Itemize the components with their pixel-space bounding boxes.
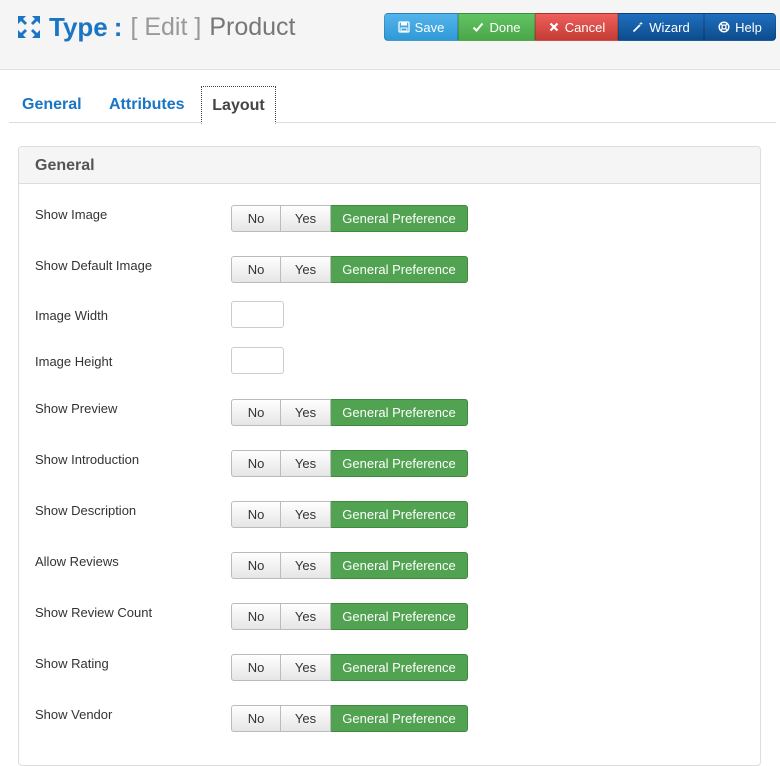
option-general-preference[interactable]: General Preference (331, 705, 468, 732)
cancel-button[interactable]: Cancel (535, 13, 618, 41)
option-no[interactable]: No (231, 552, 281, 579)
wizard-label: Wizard (649, 19, 690, 35)
show-introduction-toggle: No Yes General Preference (231, 450, 468, 477)
option-yes[interactable]: Yes (281, 450, 331, 477)
option-yes[interactable]: Yes (281, 205, 331, 232)
field-label: Show Default Image (35, 258, 153, 273)
title-type: Type (49, 12, 108, 42)
cancel-label: Cancel (564, 19, 606, 35)
field-label: Show Introduction (35, 452, 140, 467)
image-width-input[interactable] (231, 301, 284, 328)
page-header: Type : [ Edit ] Product Save Done Cancel (0, 0, 780, 70)
field-label: Show Rating (35, 656, 109, 671)
option-yes[interactable]: Yes (281, 603, 331, 630)
option-yes[interactable]: Yes (281, 399, 331, 426)
help-label: Help (735, 19, 762, 35)
option-no[interactable]: No (231, 399, 281, 426)
option-no[interactable]: No (231, 450, 281, 477)
option-yes[interactable]: Yes (281, 256, 331, 283)
option-yes[interactable]: Yes (281, 654, 331, 681)
field-label: Image Width (35, 308, 108, 323)
toolbar: Save Done Cancel Wizard Help (384, 13, 776, 41)
tab-attributes[interactable]: Attributes (109, 86, 185, 123)
lifebuoy-icon (718, 21, 730, 33)
option-yes[interactable]: Yes (281, 705, 331, 732)
general-panel: General Show Image No Yes General Prefer… (18, 146, 761, 766)
title-colon: : (113, 12, 123, 42)
tab-general[interactable]: General (22, 86, 82, 123)
option-general-preference[interactable]: General Preference (331, 450, 468, 477)
field-label: Show Description (35, 503, 137, 518)
field-label: Show Vendor (35, 707, 113, 722)
option-general-preference[interactable]: General Preference (331, 256, 468, 283)
option-no[interactable]: No (231, 256, 281, 283)
option-no[interactable]: No (231, 205, 281, 232)
tab-layout[interactable]: Layout (201, 86, 276, 124)
option-no[interactable]: No (231, 501, 281, 528)
show-default-image-toggle: No Yes General Preference (231, 256, 468, 283)
option-general-preference[interactable]: General Preference (331, 205, 468, 232)
allow-reviews-toggle: No Yes General Preference (231, 552, 468, 579)
show-preview-toggle: No Yes General Preference (231, 399, 468, 426)
expand-arrows-icon (18, 16, 40, 38)
help-button[interactable]: Help (704, 13, 776, 41)
show-image-toggle: No Yes General Preference (231, 205, 468, 232)
option-general-preference[interactable]: General Preference (331, 399, 468, 426)
panel-title: General (19, 147, 760, 184)
field-label: Show Preview (35, 401, 118, 416)
title-entity: Product (209, 13, 296, 41)
option-yes[interactable]: Yes (281, 552, 331, 579)
option-no[interactable]: No (231, 705, 281, 732)
magic-wand-icon (633, 21, 644, 33)
show-review-count-toggle: No Yes General Preference (231, 603, 468, 630)
option-no[interactable]: No (231, 603, 281, 630)
floppy-icon (398, 21, 410, 33)
show-rating-toggle: No Yes General Preference (231, 654, 468, 681)
save-label: Save (414, 19, 445, 35)
field-label: Show Review Count (35, 605, 153, 620)
save-button[interactable]: Save (384, 13, 458, 41)
title-mode: [ Edit ] (130, 13, 202, 41)
field-label: Show Image (35, 207, 108, 222)
wizard-button[interactable]: Wizard (618, 13, 704, 41)
image-height-input[interactable] (231, 347, 284, 374)
option-general-preference[interactable]: General Preference (331, 603, 468, 630)
check-icon (473, 22, 484, 32)
option-general-preference[interactable]: General Preference (331, 501, 468, 528)
field-label: Image Height (35, 354, 113, 369)
done-label: Done (489, 19, 521, 35)
close-icon (549, 22, 559, 32)
field-label: Allow Reviews (35, 554, 119, 569)
done-button[interactable]: Done (458, 13, 535, 41)
tab-bar: General Attributes Layout (9, 86, 776, 124)
option-general-preference[interactable]: General Preference (331, 552, 468, 579)
option-general-preference[interactable]: General Preference (331, 654, 468, 681)
option-yes[interactable]: Yes (281, 501, 331, 528)
page-title: Type : [ Edit ] Product (17, 10, 295, 44)
show-description-toggle: No Yes General Preference (231, 501, 468, 528)
option-no[interactable]: No (231, 654, 281, 681)
show-vendor-toggle: No Yes General Preference (231, 705, 468, 732)
